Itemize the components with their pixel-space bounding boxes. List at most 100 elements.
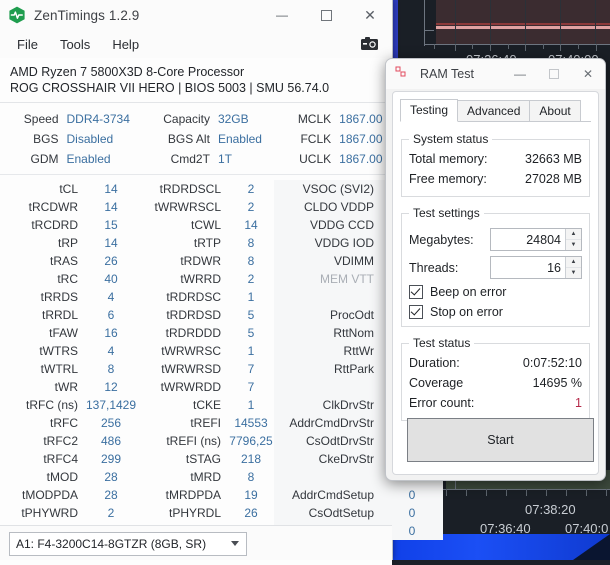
zentimings-menubar: File Tools Help xyxy=(0,30,392,58)
zentimings-window-buttons: — ✕ xyxy=(260,0,392,30)
timing-label: tRFC2 xyxy=(43,434,78,448)
timing-label: tCKE xyxy=(192,398,221,412)
timing-label: tSTAG xyxy=(185,452,221,466)
chart-tick xyxy=(546,489,547,496)
timing-label: RttNom xyxy=(333,326,374,340)
ramtest-minimize-button[interactable]: — xyxy=(503,59,537,89)
total-memory-row: Total memory: 32663 MB xyxy=(409,149,582,169)
timing-row: tRRDS 4 xyxy=(0,288,137,306)
maximize-button[interactable] xyxy=(304,0,348,30)
stepper-down-icon[interactable]: ▼ xyxy=(566,240,581,250)
free-memory-label: Free memory: xyxy=(409,172,487,186)
timing-value: 218 xyxy=(240,452,262,466)
stepper-up-icon[interactable]: ▲ xyxy=(566,229,581,240)
zentimings-titlebar[interactable]: ZenTimings 1.2.9 — ✕ xyxy=(0,0,392,30)
chart-gridline xyxy=(455,0,456,44)
timing-row: tPHYWRD 2 xyxy=(0,504,137,522)
timing-row: tRCDRD 15 xyxy=(0,216,137,234)
ramtest-titlebar[interactable]: RAM Test — ✕ xyxy=(386,59,605,89)
timing-value: 16 xyxy=(104,326,118,340)
chart-gridline xyxy=(560,0,561,44)
timing-row: tREFI 14553 xyxy=(137,414,274,432)
megabytes-stepper-arrows[interactable]: ▲ ▼ xyxy=(565,229,581,250)
zentimings-window: ZenTimings 1.2.9 — ✕ File Tools Help AMD… xyxy=(0,0,443,565)
chart-gridline xyxy=(595,0,596,44)
tab-advanced[interactable]: Advanced xyxy=(457,100,531,122)
timing-label: VSOC (SVI2) xyxy=(302,182,374,196)
module-select[interactable]: A1: F4-3200C14-8GTZR (8GB, SR) xyxy=(9,532,247,556)
threads-stepper[interactable]: ▲ ▼ xyxy=(490,256,582,279)
megabytes-label: Megabytes: xyxy=(409,232,474,247)
timing-row: tRC 40 xyxy=(0,270,137,288)
chart-tick xyxy=(606,489,607,496)
error-count-row: Error count: 1 xyxy=(409,393,582,413)
timing-row: tWTRL 8 xyxy=(0,360,137,378)
menu-help[interactable]: Help xyxy=(101,34,150,55)
timings-column-primary: tCL 14 tRCDWR 14 tRCDRD 15 tRP 14 tRAS 26 tRC 40 tRR… xyxy=(0,180,137,540)
ramtest-close-button[interactable]: ✕ xyxy=(571,59,605,89)
minimize-button[interactable]: — xyxy=(260,0,304,30)
timing-row: tCL 14 xyxy=(0,180,137,198)
timings-columns: tCL 14 tRCDWR 14 tRCDRD 15 tRP 14 tRAS 26 tRC 40 tRR… xyxy=(0,180,443,540)
coverage-value: 14695 % xyxy=(532,376,582,390)
timing-value: 8 xyxy=(107,362,115,376)
total-memory-label: Total memory: xyxy=(409,152,488,166)
menu-file[interactable]: File xyxy=(6,34,49,55)
timing-value: 7 xyxy=(247,362,255,376)
timing-label: tFAW xyxy=(49,326,78,340)
module-select-value: A1: F4-3200C14-8GTZR (8GB, SR) xyxy=(16,537,207,551)
tab-testing[interactable]: Testing xyxy=(400,99,459,122)
timing-label: MEM VTT xyxy=(320,272,374,286)
timing-label: tRRDS xyxy=(40,290,78,304)
timing-label: tWTRL xyxy=(40,362,78,376)
start-button[interactable]: Start xyxy=(407,418,594,462)
beep-on-error-checkbox[interactable] xyxy=(409,285,423,299)
cpu-name: AMD Ryzen 7 5800X3D 8-Core Processor xyxy=(10,65,245,79)
timing-label: tRFC4 xyxy=(43,452,78,466)
chart-time-label: 07:38:20 xyxy=(525,502,576,517)
timing-label: tRFC xyxy=(50,416,78,430)
megabytes-input[interactable] xyxy=(491,229,565,250)
stepper-down-icon[interactable]: ▼ xyxy=(566,268,581,278)
summary-value-speed: DDR4-3734 xyxy=(66,112,130,126)
timing-value: 28 xyxy=(104,488,118,502)
megabytes-stepper[interactable]: ▲ ▼ xyxy=(490,228,582,251)
stepper-up-icon[interactable]: ▲ xyxy=(566,257,581,268)
timing-row: tFAW 16 xyxy=(0,324,137,342)
timing-row: tRFC (ns) 137,1429 xyxy=(0,396,137,414)
timing-label: tMODPDA xyxy=(21,488,78,502)
timing-row: tRCDWR 14 xyxy=(0,198,137,216)
test-status-group: Test status Duration: 0:07:52:10 Coverag… xyxy=(401,336,590,421)
camera-icon[interactable] xyxy=(360,36,380,52)
timing-value: 5 xyxy=(247,308,255,322)
timing-row: tRDRDSD 5 xyxy=(137,306,274,324)
beep-on-error-row[interactable]: Beep on error xyxy=(409,285,582,299)
chart-tick xyxy=(596,44,597,51)
stop-on-error-checkbox[interactable] xyxy=(409,305,423,319)
ramtest-icon xyxy=(395,66,411,82)
threads-input[interactable] xyxy=(491,257,565,278)
duration-label: Duration: xyxy=(409,356,460,370)
timing-label: tRRDL xyxy=(41,308,78,322)
timing-row: tWRWRSCL 2 xyxy=(137,198,274,216)
chart-tick xyxy=(466,489,467,496)
close-button[interactable]: ✕ xyxy=(348,0,392,30)
chart-tick xyxy=(560,44,561,51)
timing-label: tWTRS xyxy=(39,344,78,358)
system-status-legend: System status xyxy=(413,132,489,146)
summary-label-cmd2t: Cmd2T xyxy=(170,152,210,166)
board-bios-smu: ROG CROSSHAIR VII HERO | BIOS 5003 | SMU… xyxy=(10,81,330,95)
timing-row: tMOD 28 xyxy=(0,468,137,486)
timing-row: tWRWRSC 1 xyxy=(137,342,274,360)
timing-row: tRFC 256 xyxy=(0,414,137,432)
threads-stepper-arrows[interactable]: ▲ ▼ xyxy=(565,257,581,278)
stop-on-error-row[interactable]: Stop on error xyxy=(409,305,582,319)
timing-label: tRDRDSD xyxy=(166,308,221,322)
zentimings-title: ZenTimings 1.2.9 xyxy=(34,7,140,23)
chart-tick xyxy=(455,44,456,51)
error-count-value: 1 xyxy=(575,396,582,410)
megabytes-row: Megabytes: ▲ ▼ xyxy=(409,228,582,251)
free-memory-value: 27028 MB xyxy=(525,172,582,186)
tab-about[interactable]: About xyxy=(529,100,581,122)
menu-tools[interactable]: Tools xyxy=(49,34,101,55)
